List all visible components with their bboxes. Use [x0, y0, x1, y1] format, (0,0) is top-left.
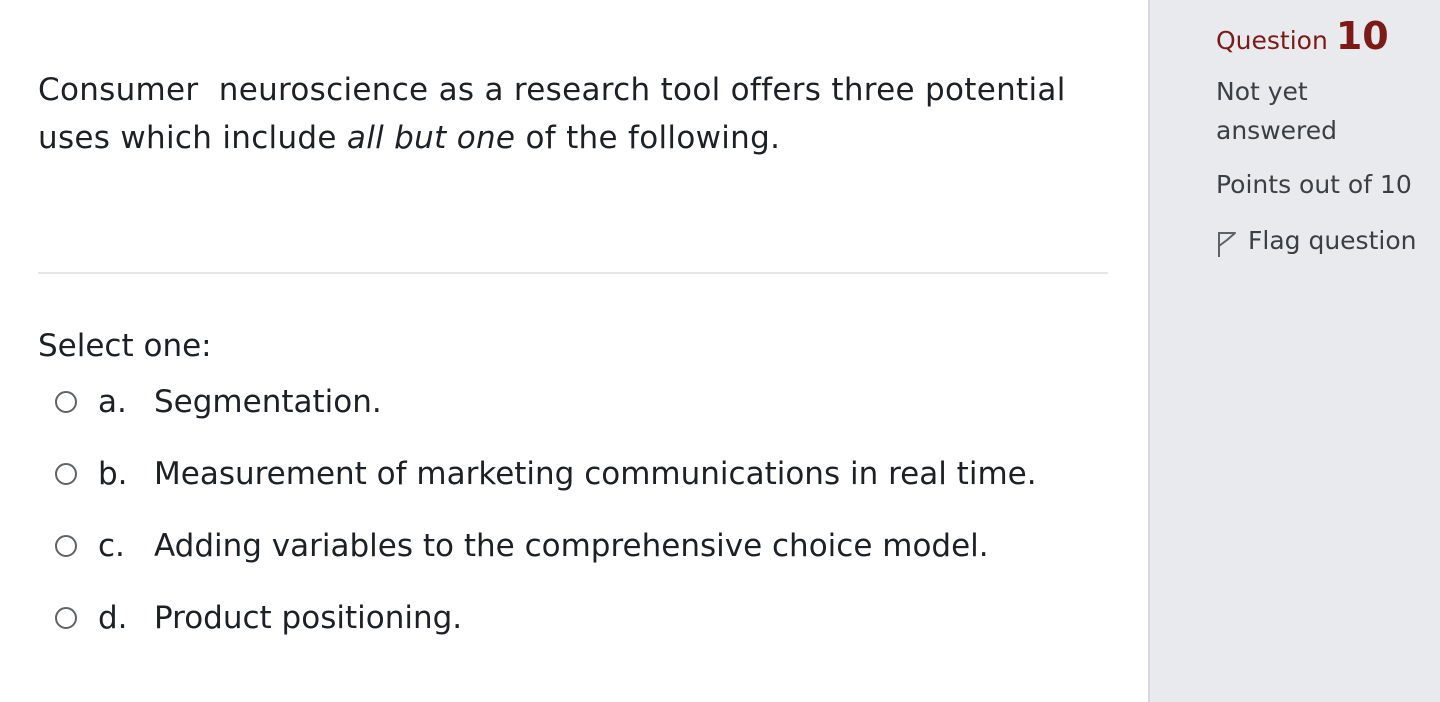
question-number: Question 10 — [1216, 14, 1389, 58]
radio-button-c[interactable] — [55, 535, 77, 557]
question-text-emphasis: all but one — [346, 120, 516, 156]
question-divider — [38, 272, 1108, 274]
answer-option-d[interactable]: d. Product positioning. — [52, 594, 1132, 666]
flag-outline-icon[interactable] — [1216, 230, 1238, 258]
answer-letter: b. — [98, 456, 128, 492]
question-text-part2: of the following. — [515, 120, 781, 156]
radio-button-b[interactable] — [55, 463, 77, 485]
answer-option-a[interactable]: a. Segmentation. — [52, 378, 1132, 450]
question-number-label: Question — [1216, 26, 1328, 55]
answer-option-c[interactable]: c. Adding variables to the comprehensive… — [52, 522, 1132, 594]
answer-option-b[interactable]: b. Measurement of marketing communicatio… — [52, 450, 1132, 522]
question-grade: Points out of 10 — [1216, 170, 1412, 199]
question-state: Not yet answered — [1216, 77, 1337, 145]
question-number-value: 10 — [1335, 14, 1389, 58]
question-text: Consumer neuroscience as a research tool… — [38, 66, 1108, 162]
answer-options: a. Segmentation. b. Measurement of marke… — [52, 378, 1132, 666]
answer-letter: d. — [98, 600, 128, 636]
flag-question-link[interactable]: Flag question — [1216, 224, 1416, 258]
answer-letter: a. — [98, 384, 127, 420]
radio-button-a[interactable] — [55, 391, 77, 413]
answer-label[interactable]: Measurement of marketing communications … — [154, 454, 1037, 494]
answer-label[interactable]: Segmentation. — [154, 382, 382, 422]
answer-letter: c. — [98, 528, 125, 564]
flag-question-label[interactable]: Flag question — [1248, 224, 1416, 258]
question-info-panel: Question 10 Not yet answered Points out o… — [1148, 0, 1440, 702]
answer-label[interactable]: Adding variables to the comprehensive ch… — [154, 526, 989, 566]
radio-button-d[interactable] — [55, 607, 77, 629]
answer-label[interactable]: Product positioning. — [154, 598, 462, 638]
question-content: Consumer neuroscience as a research tool… — [0, 0, 1148, 702]
quiz-page: Consumer neuroscience as a research tool… — [0, 0, 1440, 702]
answer-prompt: Select one: — [38, 328, 212, 364]
